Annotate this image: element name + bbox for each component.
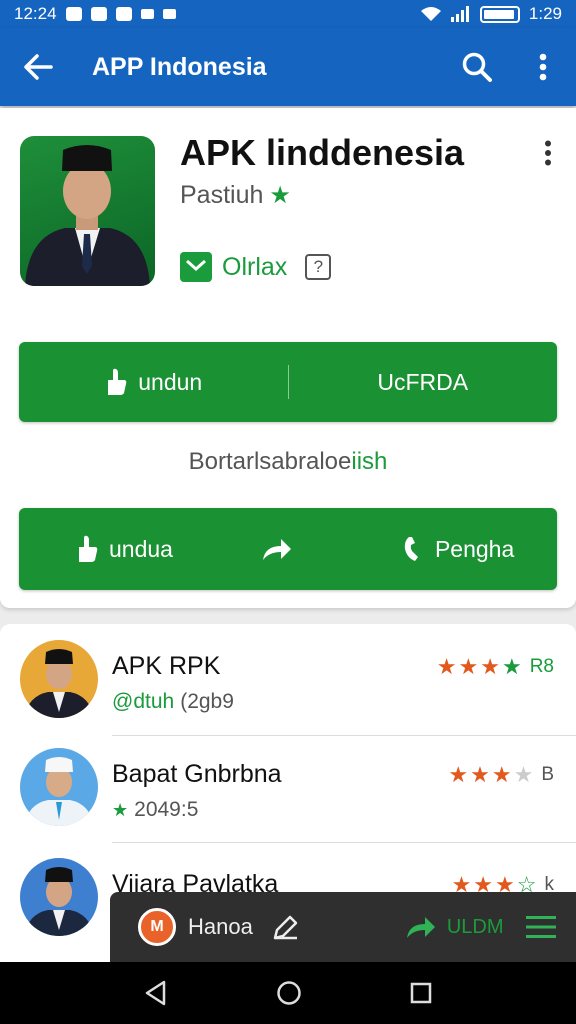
- list-item-title: Bapat Gnbrbna: [112, 760, 282, 788]
- star-icon: ★: [501, 654, 522, 679]
- star-rating: ★ ★ ★ ★ B: [448, 762, 554, 788]
- list-item-meta: 2049:5: [134, 798, 199, 821]
- overflow-menu-button[interactable]: [510, 28, 576, 106]
- call-label: Pengha: [434, 535, 515, 562]
- list-item-title: APK RPK: [112, 652, 221, 680]
- search-icon: [462, 52, 492, 82]
- menu-button[interactable]: [524, 910, 558, 944]
- app-logo-icon[interactable]: M: [138, 908, 176, 946]
- back-arrow-icon: [24, 54, 53, 80]
- more-vert-icon: [545, 140, 551, 166]
- status-left: 12:24: [14, 4, 176, 24]
- list-item[interactable]: APK RPK @dtuh (2gb9 ★ ★ ★ ★ R8: [0, 628, 576, 736]
- system-nav-bar: [0, 962, 576, 1024]
- bottom-toolbar: M Hanoa ULDM: [110, 892, 576, 962]
- share-button[interactable]: [261, 508, 293, 590]
- back-button[interactable]: [0, 28, 76, 106]
- update-label: UcFRDA: [377, 368, 469, 395]
- avatar: [20, 858, 98, 936]
- cloud-icon: [140, 9, 154, 19]
- star-icon: ★: [436, 654, 457, 679]
- toolbar-label: Hanoa: [188, 914, 253, 939]
- badge-label: Olrlax: [222, 252, 288, 281]
- app-info-text: Bortarlsabraloeiish: [0, 448, 576, 476]
- app-badge: Olrlax ?: [180, 252, 332, 282]
- update-button[interactable]: UcFRDA: [289, 342, 558, 422]
- download-label: undun: [138, 368, 203, 395]
- page-title: APP Indonesia: [92, 52, 267, 81]
- voicemail-icon: [162, 9, 176, 19]
- star-icon: ★: [112, 799, 129, 820]
- primary-action-bar: undun UcFRDA: [19, 342, 557, 422]
- share-icon: [406, 917, 435, 938]
- search-button[interactable]: [444, 28, 510, 106]
- avatar: [20, 748, 98, 826]
- app-bar: APP Indonesia: [0, 28, 576, 106]
- list-item-subtitle: @dtuh (2gb9: [112, 690, 234, 714]
- share-button[interactable]: [403, 909, 439, 945]
- call-button[interactable]: Pengha: [403, 508, 514, 590]
- battery-icon: [479, 5, 520, 23]
- nav-home-icon[interactable]: [276, 980, 302, 1006]
- notification-icon: [115, 7, 132, 21]
- info-text-main: Bortarlsabraloe: [188, 448, 352, 475]
- app-developer: Pastiuh ★: [180, 181, 291, 210]
- mail-icon: [180, 252, 212, 282]
- status-bar: 12:24 1:29: [0, 0, 576, 28]
- avatar: [20, 640, 98, 718]
- help-icon[interactable]: ?: [305, 254, 332, 280]
- notification-icon: [65, 7, 82, 21]
- info-text-link[interactable]: iish: [351, 448, 387, 475]
- signal-icon: [450, 6, 469, 22]
- edit-icon: [273, 915, 298, 940]
- status-time: 12:24: [14, 4, 57, 23]
- nav-recent-icon[interactable]: [410, 982, 432, 1004]
- rating-value: B: [541, 764, 554, 785]
- hamburger-icon: [525, 916, 556, 938]
- app-detail-card: APK linddenesia Pastiuh ★ Olrlax ? undun…: [0, 108, 576, 608]
- person-portrait: [25, 145, 150, 286]
- notification-icon: [90, 7, 107, 21]
- list-item[interactable]: Bapat Gnbrbna ★ 2049:5 ★ ★ ★ ★ B: [0, 736, 576, 844]
- nav-back-icon[interactable]: [144, 980, 168, 1006]
- list-item-handle: @dtuh: [112, 690, 175, 713]
- thumb-up-icon: [108, 368, 127, 395]
- star-icon: ★: [269, 182, 291, 209]
- status-clock: 1:29: [528, 4, 562, 23]
- rating-value: R8: [529, 656, 554, 677]
- star-icon: ★: [458, 654, 479, 679]
- thumb-up-icon: [79, 535, 98, 562]
- app-icon-image: [20, 136, 155, 286]
- star-icon: ★: [480, 654, 500, 679]
- download-button[interactable]: undun: [19, 342, 288, 422]
- more-vert-icon: [539, 53, 547, 81]
- app-name: APK linddenesia: [180, 132, 465, 173]
- share-icon: [262, 539, 291, 560]
- toolbar-status: ULDM: [446, 915, 504, 938]
- phone-icon: [404, 537, 418, 561]
- star-rating: ★ ★ ★ ★ R8: [437, 654, 554, 680]
- list-item-meta: (2gb9: [180, 690, 234, 713]
- star-icon: ★: [491, 762, 512, 787]
- install-label: undua: [109, 535, 173, 562]
- status-right: 1:29: [420, 4, 562, 24]
- install-button[interactable]: undua: [75, 508, 173, 590]
- list-divider: [112, 842, 576, 843]
- secondary-action-bar: undua Pengha: [19, 508, 557, 590]
- edit-button[interactable]: [269, 910, 303, 944]
- developer-name: Pastiuh: [180, 181, 264, 209]
- star-icon: ★: [470, 762, 490, 787]
- star-icon: ★: [513, 762, 534, 787]
- list-item-subtitle: ★ 2049:5: [112, 798, 198, 822]
- card-menu-button[interactable]: [535, 138, 561, 168]
- star-icon: ★: [448, 762, 469, 787]
- wifi-icon: [420, 7, 441, 21]
